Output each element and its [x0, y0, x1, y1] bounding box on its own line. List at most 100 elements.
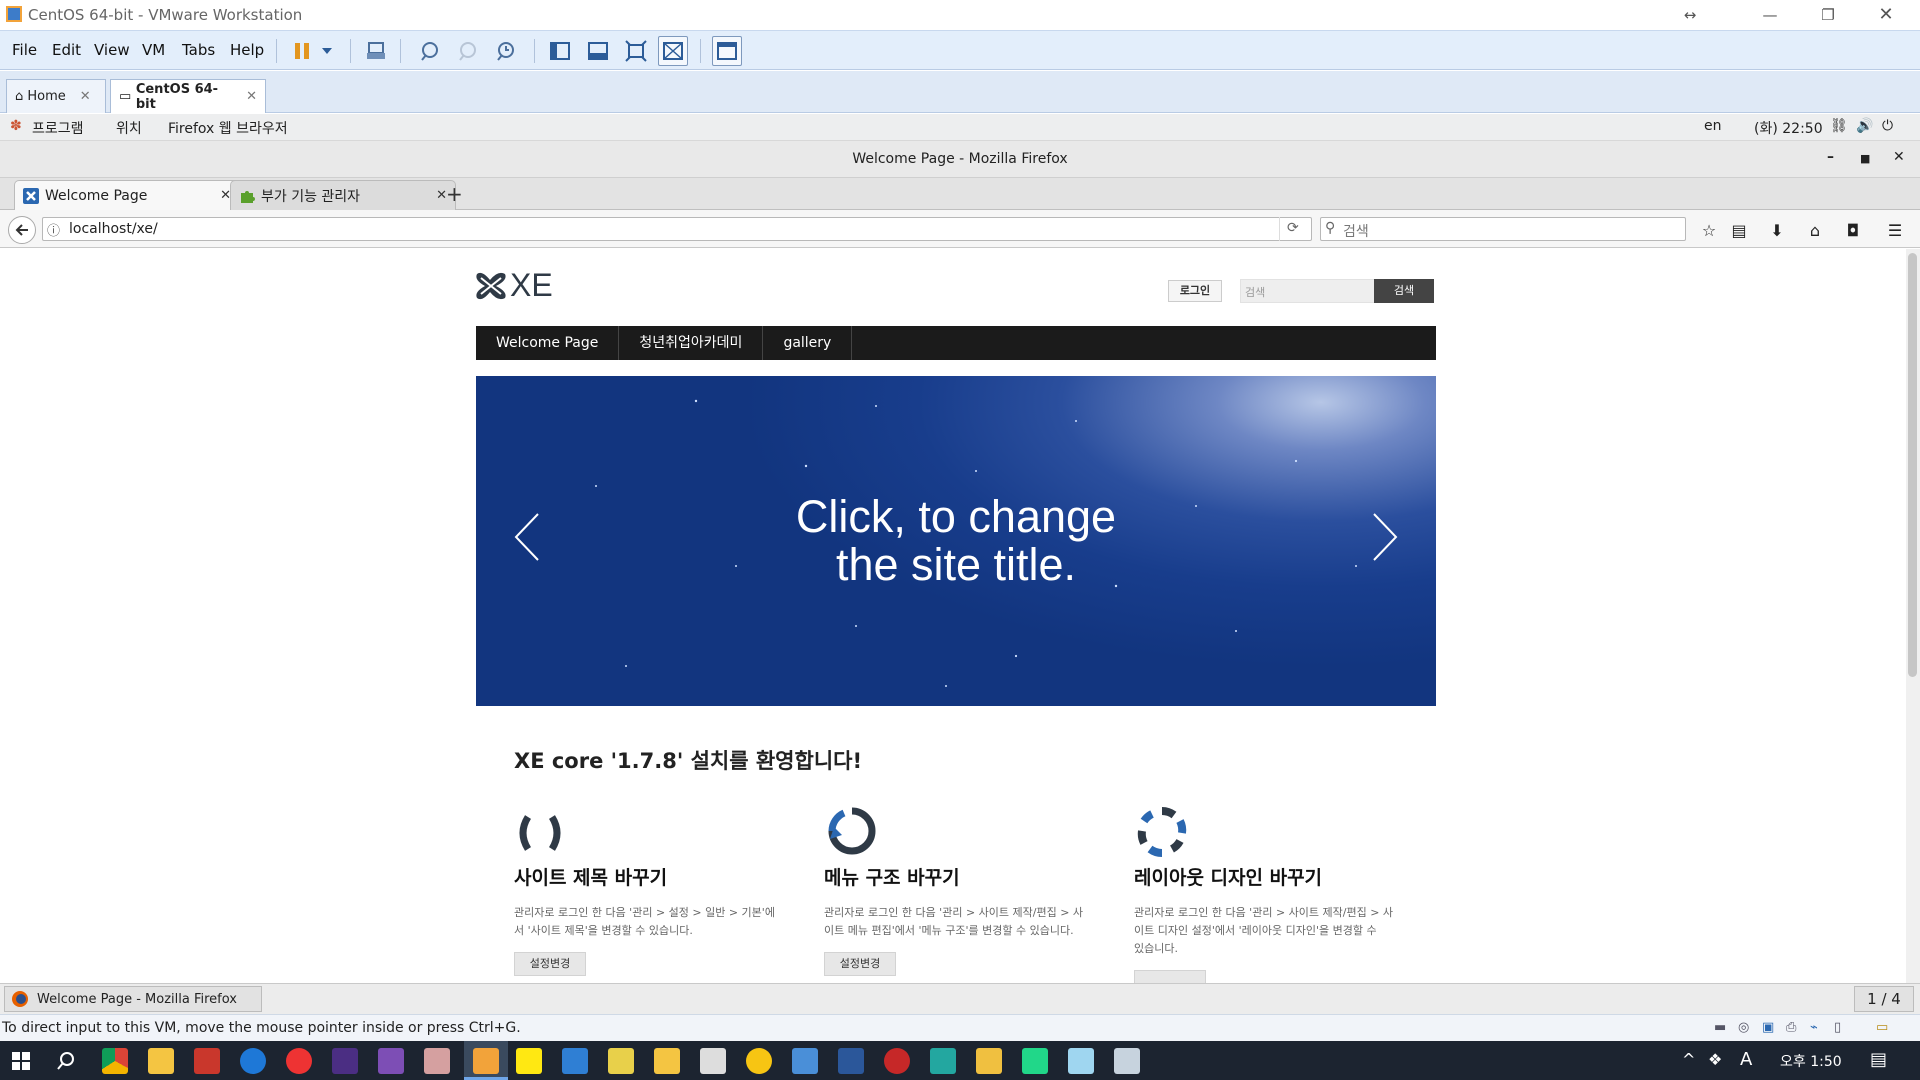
settings-change-button[interactable]: 설정변경: [514, 952, 586, 976]
url-text[interactable]: localhost/xe/: [69, 221, 158, 237]
search-bar[interactable]: ⚲ 검색: [1320, 217, 1686, 241]
vscode-icon[interactable]: [562, 1048, 588, 1074]
applications-menu[interactable]: 프로그램: [32, 118, 84, 138]
usb-icon[interactable]: ⌁: [1810, 1020, 1818, 1035]
hard-disk-icon[interactable]: ▬: [1714, 1020, 1726, 1035]
workspace-switcher[interactable]: 1 / 4: [1854, 986, 1914, 1012]
snapshot-manager-icon[interactable]: [490, 36, 520, 66]
home-icon[interactable]: ⌂: [1804, 219, 1826, 241]
settings-change-button[interactable]: [1134, 970, 1206, 983]
menu-vm[interactable]: VM: [142, 41, 165, 59]
cd-drive-icon[interactable]: ◎: [1738, 1020, 1749, 1035]
chrome-icon[interactable]: [102, 1048, 128, 1074]
clock[interactable]: (화) 22:50: [1754, 118, 1823, 138]
send-ctrl-alt-del-icon[interactable]: [361, 36, 391, 66]
app-icon[interactable]: [608, 1048, 634, 1074]
close-tab-centos-icon[interactable]: ✕: [246, 89, 257, 104]
ff-minimize-button[interactable]: –: [1827, 149, 1834, 165]
minimize-button[interactable]: —: [1750, 2, 1790, 28]
pause-icon[interactable]: [287, 36, 317, 66]
show-library-icon[interactable]: [545, 36, 575, 66]
file-explorer-icon[interactable]: [148, 1048, 174, 1074]
power-icon[interactable]: ⏻: [1882, 118, 1893, 134]
app-icon[interactable]: [654, 1048, 680, 1074]
scrollbar-thumb[interactable]: [1908, 253, 1917, 677]
ff-close-button[interactable]: ✕: [1893, 149, 1905, 165]
app-icon[interactable]: [746, 1048, 772, 1074]
action-center-icon[interactable]: ▤: [1870, 1049, 1887, 1070]
search-icon[interactable]: [56, 1051, 76, 1071]
full-screen-icon[interactable]: [621, 36, 651, 66]
menu-view[interactable]: View: [94, 41, 130, 59]
app-icon[interactable]: [424, 1048, 450, 1074]
new-tab-button[interactable]: +: [446, 182, 463, 206]
slider-title[interactable]: Click, to change the site title.: [476, 493, 1436, 589]
tab-addons-manager[interactable]: 부가 기능 관리자 ✕: [230, 180, 456, 210]
site-search-button[interactable]: 검색: [1374, 279, 1434, 303]
bookmark-star-icon[interactable]: ☆: [1698, 219, 1720, 241]
snapshot-icon[interactable]: [414, 36, 444, 66]
search-placeholder[interactable]: 검색: [1343, 221, 1369, 241]
pycharm-icon[interactable]: [1022, 1048, 1048, 1074]
revert-snapshot-icon[interactable]: [452, 36, 482, 66]
word-icon[interactable]: [838, 1048, 864, 1074]
nav-gallery[interactable]: gallery: [763, 326, 853, 360]
webstorm-icon[interactable]: [930, 1048, 956, 1074]
input-language[interactable]: en: [1704, 118, 1722, 134]
close-button[interactable]: ✕: [1866, 2, 1906, 28]
visual-studio-icon[interactable]: [378, 1048, 404, 1074]
downloads-icon[interactable]: ⬇: [1766, 219, 1788, 241]
site-search-input[interactable]: 검색: [1240, 279, 1376, 303]
settings-change-button[interactable]: 설정변경: [824, 952, 896, 976]
app-icon[interactable]: [976, 1048, 1002, 1074]
network-icon[interactable]: ⛓: [1830, 118, 1848, 134]
active-app-menu[interactable]: Firefox 웹 브라우저: [168, 118, 288, 138]
reading-list-icon[interactable]: ▤: [1728, 219, 1750, 241]
tab-home[interactable]: ⌂ Home ✕: [6, 79, 106, 113]
reload-icon[interactable]: ⟳: [1287, 220, 1299, 236]
restore-button[interactable]: ❐: [1808, 2, 1848, 28]
close-tab-home-icon[interactable]: ✕: [80, 89, 91, 104]
power-dropdown-icon[interactable]: [316, 36, 338, 66]
show-hidden-icons[interactable]: ^: [1682, 1050, 1695, 1069]
app-icon[interactable]: [884, 1048, 910, 1074]
tab-centos[interactable]: ▭ CentOS 64-bit ✕: [110, 79, 266, 113]
network-adapter-icon[interactable]: ▣: [1762, 1020, 1774, 1035]
ff-maximize-button[interactable]: ■: [1860, 152, 1870, 165]
thumbnail-bar-icon[interactable]: [583, 36, 613, 66]
taskbar-firefox-window[interactable]: Welcome Page - Mozilla Firefox: [4, 986, 262, 1012]
login-button[interactable]: 로그인: [1168, 280, 1222, 302]
console-view-icon[interactable]: [712, 36, 742, 66]
windows-start-icon[interactable]: [12, 1052, 30, 1070]
hamburger-menu-icon[interactable]: ☰: [1884, 219, 1906, 241]
app-icon[interactable]: [700, 1048, 726, 1074]
unity-mode-icon[interactable]: [658, 36, 688, 66]
site-info-icon[interactable]: ⓘ: [47, 220, 60, 239]
back-button[interactable]: [8, 216, 36, 244]
ime-mode[interactable]: A: [1740, 1049, 1752, 1070]
xe-logo[interactable]: XE: [474, 267, 553, 304]
media-player-icon[interactable]: [286, 1048, 312, 1074]
edge-icon[interactable]: [240, 1048, 266, 1074]
url-bar[interactable]: ⓘ localhost/xe/ ⟳: [42, 217, 1312, 241]
menu-help[interactable]: Help: [230, 41, 264, 59]
app-icon[interactable]: [1114, 1048, 1140, 1074]
app-icon[interactable]: [1068, 1048, 1094, 1074]
message-log-icon[interactable]: ▭: [1876, 1020, 1888, 1035]
pocket-icon[interactable]: ◘: [1842, 219, 1864, 241]
system-clock[interactable]: 오후 1:50: [1780, 1051, 1842, 1071]
menu-tabs[interactable]: Tabs: [182, 41, 215, 59]
places-menu[interactable]: 위치: [116, 118, 142, 138]
printer-icon[interactable]: ⎙: [1786, 1020, 1796, 1035]
dropbox-icon[interactable]: ❖: [1708, 1050, 1722, 1069]
sound-card-icon[interactable]: ▯: [1834, 1020, 1841, 1035]
powerpoint-icon[interactable]: [194, 1048, 220, 1074]
nav-welcome-page[interactable]: Welcome Page: [476, 326, 620, 360]
menu-edit[interactable]: Edit: [52, 41, 81, 59]
kakaotalk-icon[interactable]: [516, 1048, 542, 1074]
tab-welcome-page[interactable]: Welcome Page ✕: [14, 180, 240, 210]
vmware-taskbar-item[interactable]: [464, 1041, 508, 1080]
app-icon[interactable]: [332, 1048, 358, 1074]
app-icon[interactable]: [792, 1048, 818, 1074]
volume-icon[interactable]: 🔊: [1856, 118, 1873, 134]
